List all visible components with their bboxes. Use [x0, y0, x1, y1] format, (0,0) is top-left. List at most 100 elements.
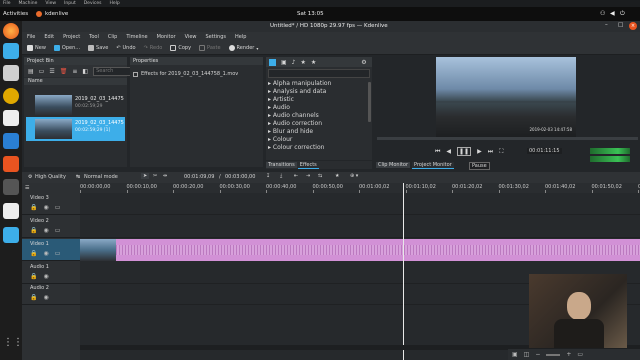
effect-category[interactable]: ▸ Colour [268, 136, 292, 143]
hide-icon[interactable]: ▭ [55, 250, 61, 257]
mute-icon[interactable]: ◉ [43, 273, 48, 280]
track-video-3[interactable] [80, 193, 640, 215]
playhead-position[interactable]: 00:01:09,09 [184, 174, 214, 180]
delete-icon[interactable]: 🗑 [60, 68, 68, 75]
timeline-ruler[interactable]: 00:00:00,00 00:00:10,00 00:00:20,00 00:00:3… [80, 183, 640, 193]
track-head-video-3[interactable]: Video 3 🔒 ◉ ▭ [22, 193, 80, 215]
firefox-icon[interactable] [3, 23, 19, 39]
track-head-audio-2[interactable]: Audio 2 🔒 ◉ [22, 283, 80, 305]
close-icon[interactable]: × [629, 22, 637, 30]
menu-edit[interactable]: Edit [44, 34, 54, 40]
vm-menu-input[interactable]: Input [64, 1, 76, 6]
favorite-effect-icon[interactable]: ★ [335, 173, 339, 179]
menu-icon[interactable]: ≡ [72, 68, 77, 75]
mute-icon[interactable]: ◉ [43, 227, 48, 234]
hide-icon[interactable]: ▭ [55, 204, 61, 211]
quality-select[interactable]: High Quality [35, 174, 66, 180]
video-preview[interactable]: 2019-02-03 14:47:58 [436, 57, 576, 137]
list-view-icon[interactable]: ☰ [49, 68, 54, 75]
show-apps-icon[interactable]: ⋮⋮ [3, 337, 23, 353]
effect-category[interactable]: ▸ Alpha manipulation [268, 80, 331, 87]
track-head-video-1[interactable]: Video 1 🔒 ◉ ▭ [22, 239, 80, 261]
software-center-icon[interactable] [3, 156, 19, 172]
effects-search-input[interactable] [268, 69, 370, 78]
vm-menu-view[interactable]: View [45, 1, 56, 6]
menu-file[interactable]: File [27, 34, 35, 40]
track-video-2[interactable] [80, 216, 640, 238]
search-input[interactable] [93, 66, 134, 76]
app-menu[interactable]: kdenlive [45, 11, 68, 17]
folder-icon[interactable]: ▭ [39, 68, 45, 75]
lock-icon[interactable]: 🔒 [30, 250, 37, 257]
record-icon[interactable]: ▣ [512, 351, 518, 358]
extract-icon[interactable]: ⇤ [294, 173, 298, 179]
effect-settings-icon[interactable]: ⚙ [361, 59, 366, 66]
lock-icon[interactable]: 🔒 [30, 294, 37, 301]
menu-monitor[interactable]: Monitor [157, 34, 176, 40]
power-icon[interactable]: ⏻ [620, 10, 625, 18]
menu-clip[interactable]: Clip [108, 34, 117, 40]
skip-forward-icon[interactable]: ⏭ [488, 148, 493, 156]
timeline-clip[interactable] [80, 239, 640, 261]
render-button[interactable]: Render ▾ [228, 45, 258, 51]
video-filter-icon[interactable]: ▣ [281, 59, 287, 66]
zoom-out-icon[interactable]: − [535, 351, 540, 358]
open-button[interactable]: Open... [53, 45, 80, 51]
fullscreen-icon[interactable]: ⛶ [499, 148, 503, 156]
rhythmbox-icon[interactable] [3, 88, 19, 104]
lift-icon[interactable]: ⇥ [306, 173, 310, 179]
custom-icon[interactable]: ★ [311, 59, 316, 66]
split-icon[interactable]: ⇆ [318, 173, 322, 179]
maximize-icon[interactable]: □ [618, 22, 623, 28]
kdenlive-dock-icon[interactable] [3, 227, 19, 243]
menu-view[interactable]: View [185, 34, 197, 40]
lock-icon[interactable]: 🔒 [30, 227, 37, 234]
favorite-icon[interactable]: ★ [301, 59, 306, 66]
save-button[interactable]: Save [88, 45, 108, 51]
lock-icon[interactable]: 🔒 [30, 273, 37, 280]
vm-menu-help[interactable]: Help [109, 1, 119, 6]
bin-clip-1[interactable]: 2019_02_03_14475 00:02:59;29 [26, 93, 125, 117]
tab-transitions[interactable]: Transitions [266, 162, 297, 168]
effect-category[interactable]: ▸ Audio channels [268, 112, 319, 119]
bin-clip-2[interactable]: 2019_02_03_14475 00:02:59;29 [1] [26, 117, 125, 141]
copy-button[interactable]: Copy [170, 45, 191, 51]
select-tool-icon[interactable]: ➤ [141, 173, 150, 179]
vm-menu-file[interactable]: File [3, 1, 11, 6]
menu-timeline[interactable]: Timeline [126, 34, 147, 40]
insert-icon[interactable]: ↧ [266, 173, 270, 179]
effects-enable-checkbox[interactable] [133, 71, 138, 77]
split-view-icon[interactable]: ◫ [524, 351, 530, 358]
new-button[interactable]: New [27, 45, 46, 51]
monitor-ruler[interactable] [377, 137, 638, 140]
effect-category[interactable]: ▸ Artistic [268, 96, 294, 103]
thunderbird-icon[interactable] [3, 43, 19, 59]
mute-icon[interactable]: ◉ [43, 204, 48, 211]
effect-category[interactable]: ▸ Blur and hide [268, 128, 313, 135]
snap-icon[interactable]: ⊕ ▾ [350, 173, 358, 179]
files-icon[interactable] [3, 65, 19, 81]
amazon-icon[interactable] [3, 203, 19, 219]
track-video-1[interactable] [80, 239, 640, 261]
audio-filter-icon[interactable]: ♪ [292, 59, 296, 66]
effect-category[interactable]: ▸ Colour correction [268, 144, 324, 151]
add-clip-icon[interactable]: ▤ [28, 68, 34, 75]
effect-category[interactable]: ▸ Audio [268, 104, 290, 111]
spacer-tool-icon[interactable]: ⇹ [163, 173, 167, 179]
list-view-icon[interactable] [269, 58, 276, 66]
undo-button[interactable]: ↶ Undo [116, 45, 135, 51]
clock[interactable]: Sat 13:05 [297, 11, 324, 17]
hide-icon[interactable]: ▭ [55, 227, 61, 234]
tag-icon[interactable]: ◧ [82, 68, 88, 75]
minimize-icon[interactable]: – [605, 22, 608, 28]
tab-clip-monitor[interactable]: Clip Monitor [376, 162, 411, 168]
tab-project-monitor[interactable]: Project Monitor [412, 161, 454, 169]
razor-tool-icon[interactable]: ✂ [153, 173, 157, 179]
zoom-slider[interactable] [546, 353, 561, 356]
track-head-menu-icon[interactable]: ☰ [25, 185, 29, 191]
lock-icon[interactable]: 🔒 [30, 204, 37, 211]
rewind-icon[interactable]: ◀ [446, 148, 451, 155]
overwrite-icon[interactable]: ⤓ [280, 173, 282, 179]
menu-help[interactable]: Help [235, 34, 246, 40]
menu-settings[interactable]: Settings [206, 34, 227, 40]
